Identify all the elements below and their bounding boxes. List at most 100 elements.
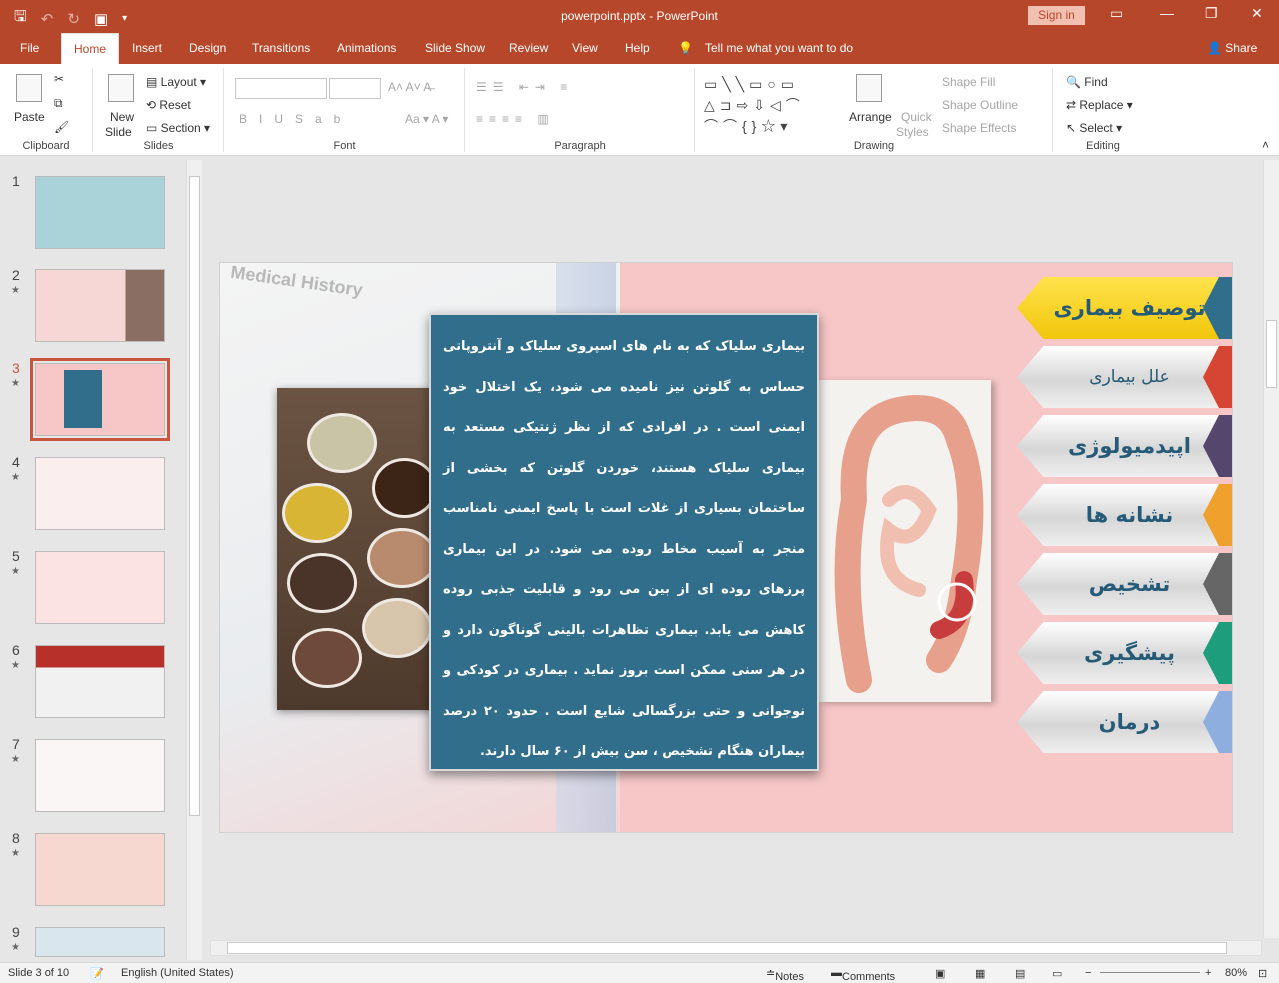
zoom-in-icon[interactable]: +: [1205, 967, 1211, 979]
reading-view-icon[interactable]: ▤: [1015, 967, 1025, 980]
slide-scroll-thumb[interactable]: [1266, 320, 1277, 388]
copy-icon[interactable]: ⧉: [54, 96, 63, 111]
tell-me-input[interactable]: Tell me what you want to do: [705, 33, 853, 64]
menu-label: نشانه ها: [1085, 503, 1174, 527]
format-painter-icon[interactable]: 🖌: [54, 120, 69, 134]
slide-vertical-scrollbar[interactable]: [1263, 160, 1279, 938]
clipboard-label: Clipboard: [22, 140, 70, 152]
slideshow-view-icon[interactable]: ▭: [1052, 967, 1062, 980]
quick-styles-button[interactable]: Quick: [901, 110, 932, 124]
slide-thumbnail-4[interactable]: [35, 457, 165, 530]
shape-outline-button[interactable]: Shape Outline: [942, 98, 1018, 112]
sign-in-button[interactable]: Sign in: [1028, 6, 1085, 25]
zoom-level[interactable]: 80%: [1225, 967, 1247, 979]
new-slide-icon[interactable]: [108, 74, 134, 102]
layout-label: Layout: [160, 75, 197, 89]
grow-font-icon[interactable]: A˄ A˅ A̶: [388, 80, 431, 94]
select-button[interactable]: ↖ Select ▾: [1066, 121, 1122, 135]
paragraph-label: Paragraph: [554, 140, 606, 152]
slide-sorter-icon[interactable]: ▦: [975, 967, 985, 980]
intestine-photo[interactable]: [819, 380, 991, 702]
slide-canvas[interactable]: Medical History بیماری سلیاک که به نام ه…: [219, 262, 1233, 833]
editing-group: 🔍 Find ⇄ Replace ▾ ↖ Select ▾ Editing: [1054, 68, 1152, 152]
grain-bag: [307, 413, 377, 473]
description-textbox[interactable]: بیماری سلیاک که به نام های اسپروی سلیاک …: [429, 313, 819, 771]
ribbon-tabs: File Home Insert Design Transitions Anim…: [0, 33, 1279, 64]
close-icon[interactable]: ✕: [1251, 5, 1263, 22]
fit-slide-icon[interactable]: ⊡: [1258, 967, 1267, 980]
menu-item-causes[interactable]: علل بیماری: [1017, 346, 1232, 408]
reset-button[interactable]: ⟲ Reset: [146, 98, 191, 112]
shapes-gallery[interactable]: ▭╲╲▭○▭ △⊐⇨⇩◁⌒ ⌒⌒{}☆▾: [704, 74, 844, 136]
thumbnails-scroll-thumb[interactable]: [189, 176, 200, 816]
align-icons[interactable]: ≡≡≡≡ ▥: [476, 112, 555, 126]
thumbnails-scrollbar[interactable]: [186, 160, 202, 960]
menu-item-epidemiology[interactable]: اپیدمیولوژی: [1017, 415, 1232, 477]
quick-styles-button-line2[interactable]: Styles: [896, 125, 929, 139]
normal-view-icon[interactable]: ▣: [935, 967, 945, 980]
paste-icon[interactable]: [16, 74, 42, 102]
title-bar: 🖫 ↶ ↻ ▣ ▾ powerpoint.pptx - PowerPoint S…: [0, 0, 1279, 33]
font-name-combo[interactable]: [235, 78, 327, 99]
slide-thumbnail-6[interactable]: [35, 645, 165, 718]
tab-insert[interactable]: Insert: [132, 33, 162, 64]
cut-icon[interactable]: ✂: [54, 72, 64, 86]
find-label: Find: [1084, 75, 1108, 89]
spell-check-icon[interactable]: 📝: [90, 967, 104, 980]
language-indicator[interactable]: English (United States): [121, 967, 234, 979]
bullets-icons[interactable]: ☰☰ ⇤⇥ ≡: [476, 80, 573, 94]
horizontal-scroll-thumb[interactable]: [227, 942, 1227, 954]
restore-icon[interactable]: ❐: [1205, 5, 1218, 22]
slide-thumbnail-9[interactable]: [35, 927, 165, 957]
slide-thumbnail-1[interactable]: [35, 176, 165, 249]
tab-animations[interactable]: Animations: [337, 33, 396, 64]
paste-button[interactable]: Paste: [14, 110, 45, 124]
notes-button[interactable]: ≐ Notes: [766, 967, 804, 983]
minimize-icon[interactable]: —: [1160, 5, 1174, 21]
share-button[interactable]: 👤 Share: [1207, 33, 1257, 64]
tab-help[interactable]: Help: [625, 33, 650, 64]
paragraph-group: ☰☰ ⇤⇥ ≡ ≡≡≡≡ ▥ Paragraph: [466, 68, 695, 152]
collapse-ribbon-icon[interactable]: ˄: [1262, 138, 1269, 152]
font-format-icons[interactable]: BIUSab: [239, 112, 352, 126]
grains-photo[interactable]: [277, 388, 437, 710]
replace-button[interactable]: ⇄ Replace ▾: [1066, 98, 1133, 112]
font-color-icon[interactable]: Aa ▾ A ▾: [405, 112, 448, 126]
tab-slide-show[interactable]: Slide Show: [425, 33, 485, 64]
slide-thumbnail-8[interactable]: [35, 833, 165, 906]
find-button[interactable]: 🔍 Find: [1066, 75, 1108, 89]
slide-thumbnail-5[interactable]: [35, 551, 165, 624]
menu-item-diagnosis[interactable]: تشخیص: [1017, 553, 1232, 615]
menu-item-prevention[interactable]: پیشگیری: [1017, 622, 1232, 684]
slide-thumbnail-7[interactable]: [35, 739, 165, 812]
menu-item-description[interactable]: توصیف بیماری: [1017, 277, 1232, 339]
layout-button[interactable]: ▤ Layout ▾: [146, 75, 206, 89]
font-size-combo[interactable]: [329, 78, 381, 99]
comments-button[interactable]: ▬ Comments: [831, 967, 895, 983]
menu-item-treatment[interactable]: درمان: [1017, 691, 1232, 753]
tab-transitions[interactable]: Transitions: [252, 33, 310, 64]
tab-design[interactable]: Design: [189, 33, 226, 64]
thumb-number: 8: [12, 830, 20, 846]
intestine-illustration: [834, 395, 984, 693]
new-slide-button[interactable]: New: [110, 110, 134, 124]
menu-item-symptoms[interactable]: نشانه ها: [1017, 484, 1232, 546]
slide-thumbnail-2[interactable]: [35, 269, 165, 342]
tab-file[interactable]: File: [20, 33, 39, 64]
shape-effects-button[interactable]: Shape Effects: [942, 121, 1017, 135]
section-button[interactable]: ▭ Section ▾: [146, 121, 210, 135]
arrange-button[interactable]: Arrange: [849, 110, 892, 124]
slide-thumbnail-3[interactable]: [30, 358, 170, 441]
zoom-slider[interactable]: [1100, 972, 1200, 973]
flax-bag: [287, 553, 357, 613]
shape-fill-button[interactable]: Shape Fill: [942, 75, 995, 89]
arrange-icon[interactable]: [856, 74, 882, 102]
tab-view[interactable]: View: [572, 33, 598, 64]
ribbon-display-icon[interactable]: ▭: [1110, 5, 1123, 22]
tab-review[interactable]: Review: [509, 33, 548, 64]
new-slide-button-line2[interactable]: Slide: [105, 125, 132, 139]
zoom-out-icon[interactable]: −: [1085, 967, 1091, 979]
slide-horizontal-scrollbar[interactable]: [210, 940, 1262, 956]
tab-home[interactable]: Home: [61, 33, 119, 64]
document-title: powerpoint.pptx - PowerPoint: [561, 9, 718, 23]
